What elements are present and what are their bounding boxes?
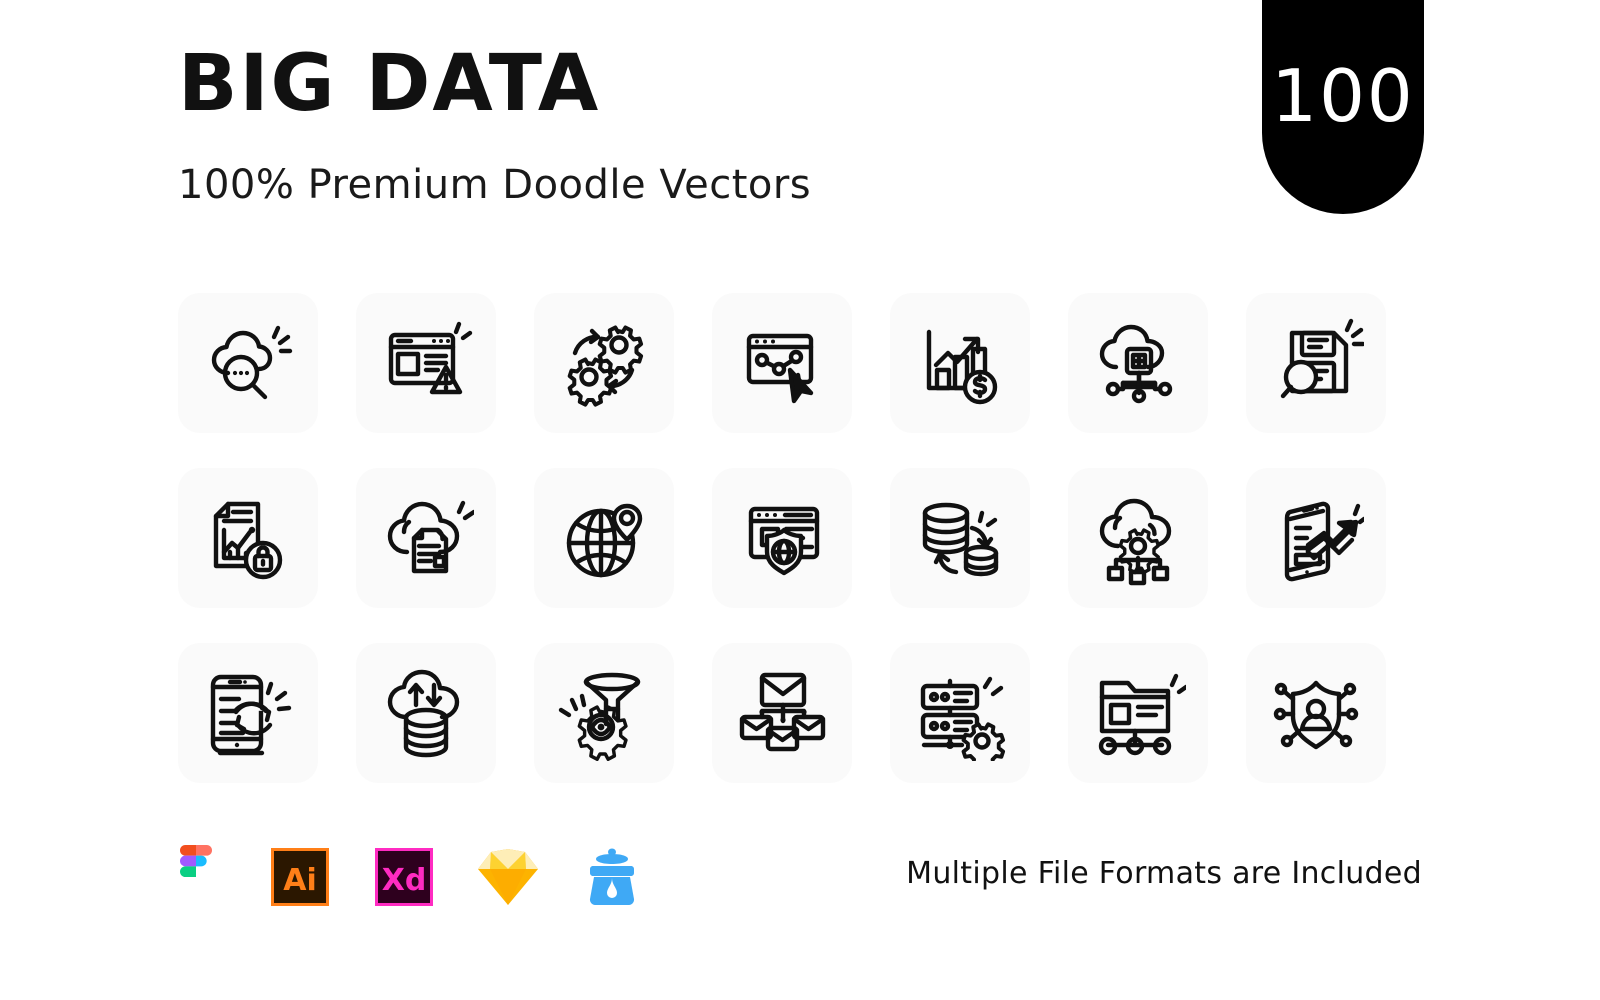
- icon-tile-cloud-document[interactable]: [356, 468, 496, 608]
- icon-tile-cloud-search[interactable]: [178, 293, 318, 433]
- gears-process-icon: [567, 325, 644, 407]
- icon-count-value: 100: [1271, 54, 1415, 138]
- icon-count-badge: 100: [1262, 0, 1424, 214]
- icon-tile-mobile-sync[interactable]: [178, 643, 318, 783]
- icon-tile-growth-chart-money[interactable]: [890, 293, 1030, 433]
- report-lock-icon: [213, 501, 283, 580]
- format-xd[interactable]: Xd: [373, 846, 435, 908]
- figma-logo: [180, 845, 212, 877]
- icon-tile-gears-process[interactable]: [534, 293, 674, 433]
- icon-tile-server-gear[interactable]: [890, 643, 1030, 783]
- format-figma[interactable]: [165, 845, 227, 908]
- browser-analytics-click-icon: [746, 333, 814, 404]
- cloud-search-icon: [211, 325, 293, 400]
- xd-logo: Xd: [375, 848, 433, 906]
- icon-tile-browser-analytics-click[interactable]: [712, 293, 852, 433]
- footer: Ai Xd Multiple File Formats are Included: [0, 845, 1600, 916]
- icon-grid: [178, 293, 1386, 783]
- cloud-add-network-icon: [1099, 324, 1173, 404]
- database-sync-icon: [922, 502, 999, 577]
- icon-tile-cloud-gear-network[interactable]: [1068, 468, 1208, 608]
- poster-root: BIG DATA 100% Premium Doodle Vectors 100: [0, 0, 1600, 1000]
- format-sketch[interactable]: [477, 846, 539, 908]
- icon-tile-funnel-gear-eye[interactable]: [534, 643, 674, 783]
- sketch-logo: [478, 849, 538, 905]
- illustrator-logo: Ai: [271, 848, 329, 906]
- icon-tile-browser-shield[interactable]: [712, 468, 852, 608]
- inkscape-logo: [589, 848, 635, 905]
- icon-tile-browser-warning[interactable]: [356, 293, 496, 433]
- growth-chart-money-icon: [926, 329, 998, 405]
- icon-tile-cloud-add-network[interactable]: [1068, 293, 1208, 433]
- format-illustrator[interactable]: Ai: [269, 846, 331, 908]
- shield-user-network-icon: [1273, 680, 1359, 750]
- browser-warning-icon: [388, 321, 473, 395]
- cloud-database-transfer-icon: [387, 669, 460, 758]
- format-inkscape[interactable]: [581, 846, 643, 908]
- mobile-growth-icon: [1284, 501, 1364, 582]
- icon-tile-cloud-database-transfer[interactable]: [356, 643, 496, 783]
- globe-location-icon: [566, 503, 643, 578]
- footer-note: Multiple File Formats are Included: [906, 856, 1422, 891]
- cloud-gear-network-icon: [1099, 498, 1172, 586]
- icon-tile-database-sync[interactable]: [890, 468, 1030, 608]
- header: BIG DATA 100% Premium Doodle Vectors: [178, 45, 1178, 205]
- file-format-logos: Ai Xd: [165, 845, 643, 908]
- mobile-sync-icon: [210, 674, 292, 756]
- icon-tile-folder-network[interactable]: [1068, 643, 1208, 783]
- icon-tile-mobile-growth[interactable]: [1246, 468, 1386, 608]
- icon-tile-floppy-search[interactable]: [1246, 293, 1386, 433]
- icon-tile-email-network[interactable]: [712, 643, 852, 783]
- svg-text:Ai: Ai: [283, 863, 317, 898]
- email-network-icon: [739, 672, 826, 752]
- cloud-document-icon: [387, 500, 474, 574]
- icon-tile-globe-location[interactable]: [534, 468, 674, 608]
- floppy-search-icon: [1280, 318, 1364, 399]
- svg-text:Xd: Xd: [382, 863, 427, 898]
- funnel-gear-eye-icon: [558, 672, 641, 761]
- page-subtitle: 100% Premium Doodle Vectors: [178, 162, 812, 208]
- folder-network-icon: [1098, 673, 1186, 756]
- icon-tile-shield-user-network[interactable]: [1246, 643, 1386, 783]
- browser-shield-icon: [748, 506, 820, 576]
- icon-tile-report-lock[interactable]: [178, 468, 318, 608]
- page-title: BIG DATA: [178, 39, 601, 129]
- server-gear-icon: [920, 676, 1006, 761]
